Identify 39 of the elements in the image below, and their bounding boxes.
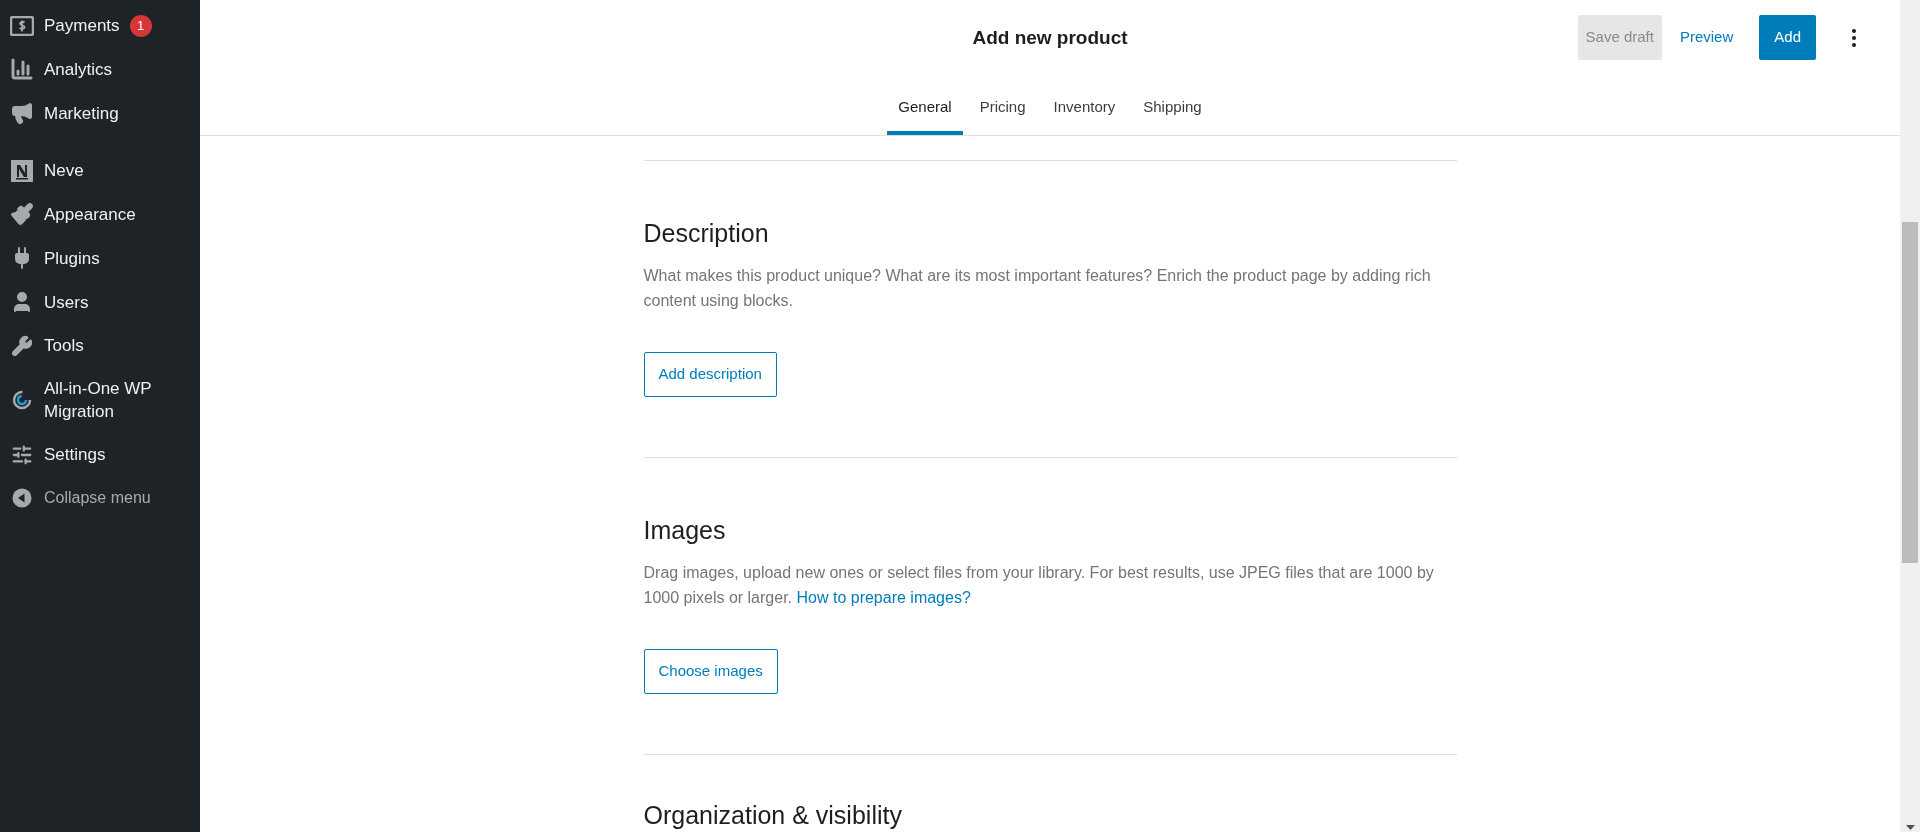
collapse-menu-button[interactable]: Collapse menu (0, 476, 200, 519)
scroll-down-icon[interactable] (1905, 825, 1915, 830)
dollar-icon (10, 15, 34, 36)
section-button[interactable]: Choose images (643, 649, 778, 694)
notification-badge: 1 (129, 14, 152, 37)
bar-chart-icon (10, 57, 34, 81)
tab[interactable]: Inventory (1042, 83, 1127, 135)
section-heading: Description (643, 218, 770, 249)
wrench-icon (11, 334, 33, 357)
sidebar-item[interactable]: Tools (0, 324, 200, 367)
paintbrush-icon (10, 202, 34, 226)
sidebar-item[interactable]: Appearance (0, 192, 200, 236)
section-button[interactable]: Add description (643, 352, 777, 397)
spinner-icon (11, 389, 33, 411)
section-description: What makes this product unique? What are its most important features? Enrich the product page by adding rich content using blocks. (643, 266, 1432, 311)
section-heading: Images (643, 515, 727, 546)
sidebar-item[interactable]: Marketing (0, 91, 200, 135)
preview-button[interactable]: Preview (1671, 15, 1742, 60)
add-button[interactable]: Add (1759, 15, 1816, 60)
help-link[interactable]: How to prepare images? (796, 589, 971, 606)
sidebar-item[interactable]: Users (0, 280, 200, 324)
scrollbar-thumb[interactable] (1902, 222, 1918, 563)
tab[interactable]: Pricing (968, 83, 1037, 135)
collapse-icon (12, 487, 32, 508)
n-logo-icon (11, 159, 33, 182)
sidebar-item[interactable]: Payments 1 (0, 4, 200, 47)
sidebar-item[interactable]: Analytics (0, 47, 200, 91)
section-heading: Organization & visibility (643, 800, 903, 831)
sliders-icon (11, 443, 33, 466)
megaphone-icon (10, 101, 34, 125)
sidebar-item[interactable]: Settings (0, 433, 200, 476)
tab[interactable]: General (887, 83, 963, 135)
more-options-icon[interactable] (1852, 28, 1856, 47)
page-title: Add new product (972, 25, 1128, 50)
tab[interactable]: Shipping (1132, 83, 1213, 135)
sidebar-item[interactable]: Plugins (0, 236, 200, 280)
section-description: Drag images, upload new ones or select files from your library. For best results, use JPEG files that are 1000 by 1000 pixels or larger. How to prepare images? (643, 563, 1435, 608)
sidebar-item[interactable]: All-in-One WP Migration (0, 367, 200, 433)
sidebar-item[interactable]: Neve (0, 149, 200, 192)
